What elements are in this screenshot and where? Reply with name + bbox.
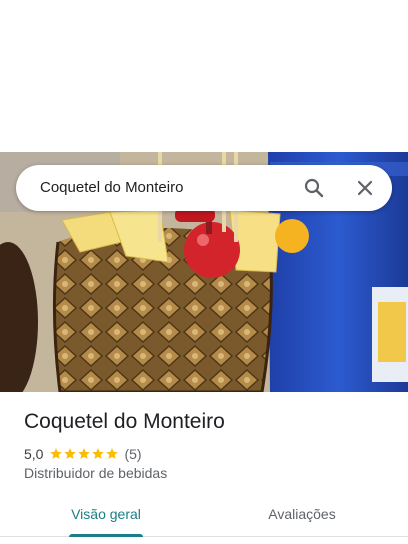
search-input[interactable] bbox=[40, 165, 290, 211]
search-icon[interactable] bbox=[302, 176, 326, 200]
map-blank-area bbox=[0, 0, 408, 152]
star-icon bbox=[64, 448, 77, 459]
star-icon bbox=[78, 448, 91, 459]
star-icon bbox=[106, 448, 119, 459]
star-rating bbox=[49, 447, 119, 461]
star-icon bbox=[50, 448, 63, 459]
review-count[interactable]: (5) bbox=[124, 446, 141, 462]
rating-row[interactable]: 5,0 (5) bbox=[24, 445, 142, 463]
tab-overview[interactable]: Visão geral bbox=[60, 496, 152, 536]
star-icon bbox=[92, 448, 105, 459]
active-tab-indicator bbox=[69, 534, 143, 537]
close-icon[interactable] bbox=[353, 176, 377, 200]
rating-value: 5,0 bbox=[24, 446, 44, 462]
tab-bar: Visão geral Avaliações bbox=[0, 496, 408, 537]
tab-reviews[interactable]: Avaliações bbox=[255, 496, 349, 536]
search-bar[interactable] bbox=[16, 165, 392, 211]
place-category: Distribuidor de bebidas bbox=[24, 465, 168, 481]
place-title: Coquetel do Monteiro bbox=[24, 410, 225, 433]
